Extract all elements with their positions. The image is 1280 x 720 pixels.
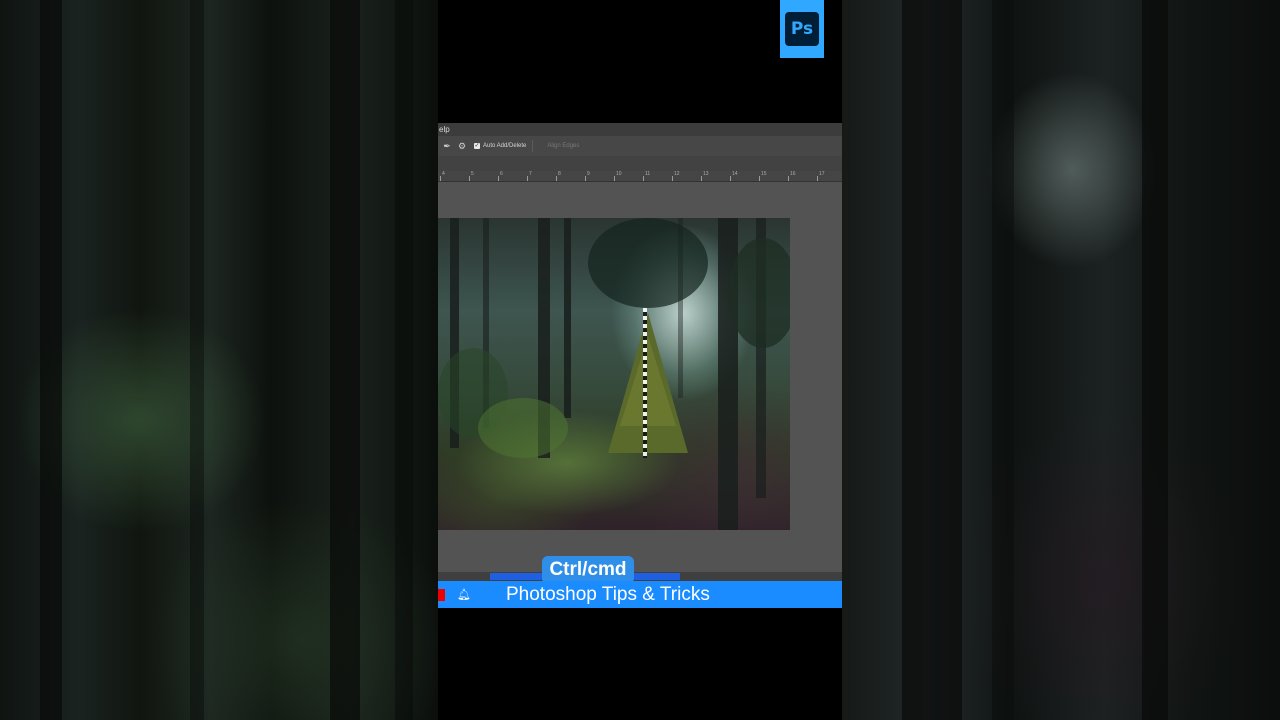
ruler-tick bbox=[730, 176, 731, 181]
ruler-tick-label: 8 bbox=[558, 171, 561, 177]
ruler-tick-label: 17 bbox=[819, 171, 825, 177]
ruler-tick bbox=[759, 176, 760, 181]
ruler-tick-label: 10 bbox=[616, 171, 622, 177]
ruler-tick bbox=[643, 176, 644, 181]
ruler-tick bbox=[527, 176, 528, 181]
forest-photo bbox=[438, 218, 790, 530]
horizontal-ruler: 4 5 6 7 8 9 10 11 12 13 14 15 16 17 bbox=[438, 171, 842, 182]
ruler-tick-label: 14 bbox=[732, 171, 738, 177]
banner-title: Photoshop Tips & Tricks bbox=[506, 583, 710, 605]
ruler-tick-label: 11 bbox=[645, 171, 651, 177]
ruler-tick bbox=[817, 176, 818, 181]
ruler-tick bbox=[440, 176, 441, 181]
divider bbox=[532, 140, 534, 152]
channel-banner: 🔔︎ Photoshop Tips & Tricks bbox=[438, 581, 842, 608]
ruler-tick-label: 13 bbox=[703, 171, 709, 177]
ruler-tick bbox=[672, 176, 673, 181]
ruler-tick bbox=[585, 176, 586, 181]
photoshop-window: elp ✒ ⚙ ✓ Auto Add/Delete Align Edges 4 5… bbox=[438, 123, 842, 581]
document-tab-bar bbox=[438, 156, 842, 171]
ruler-tick-label: 7 bbox=[529, 171, 532, 177]
ruler-tick bbox=[701, 176, 702, 181]
align-edges-option[interactable]: Align Edges bbox=[547, 143, 579, 149]
keyboard-shortcut-badge: Ctrl/cmd bbox=[542, 556, 634, 584]
youtube-icon bbox=[438, 588, 445, 601]
ruler-tick-label: 16 bbox=[790, 171, 796, 177]
auto-add-delete-checkbox[interactable]: ✓ bbox=[474, 143, 480, 149]
canvas-area[interactable] bbox=[438, 182, 842, 572]
ps-logo-icon: Ps bbox=[785, 12, 819, 46]
ruler-tick-label: 5 bbox=[471, 171, 474, 177]
ruler-tick bbox=[498, 176, 499, 181]
gear-icon[interactable]: ⚙ bbox=[456, 140, 468, 152]
menu-item-help[interactable]: elp bbox=[439, 125, 450, 134]
bell-icon[interactable]: 🔔︎ bbox=[455, 588, 473, 601]
menu-bar: elp bbox=[438, 123, 842, 136]
ruler-tick bbox=[614, 176, 615, 181]
auto-add-delete-label: Auto Add/Delete bbox=[483, 143, 527, 149]
ruler-tick-label: 4 bbox=[442, 171, 445, 177]
tree-highlight bbox=[620, 336, 676, 426]
background-blur-left bbox=[0, 0, 438, 720]
ruler-tick-label: 6 bbox=[500, 171, 503, 177]
ruler-tick-label: 12 bbox=[674, 171, 680, 177]
pen-add-icon[interactable]: ✒ bbox=[441, 140, 453, 152]
ruler-tick-label: 9 bbox=[587, 171, 590, 177]
selection-path bbox=[643, 308, 647, 458]
video-frame: elp ✒ ⚙ ✓ Auto Add/Delete Align Edges 4 5… bbox=[438, 0, 842, 720]
ruler-tick bbox=[788, 176, 789, 181]
ruler-tick-label: 15 bbox=[761, 171, 767, 177]
photoshop-logo: Ps bbox=[780, 0, 824, 58]
ruler-tick bbox=[469, 176, 470, 181]
background-blur-right bbox=[842, 0, 1280, 720]
options-bar: ✒ ⚙ ✓ Auto Add/Delete Align Edges bbox=[438, 136, 842, 156]
ruler-tick bbox=[556, 176, 557, 181]
